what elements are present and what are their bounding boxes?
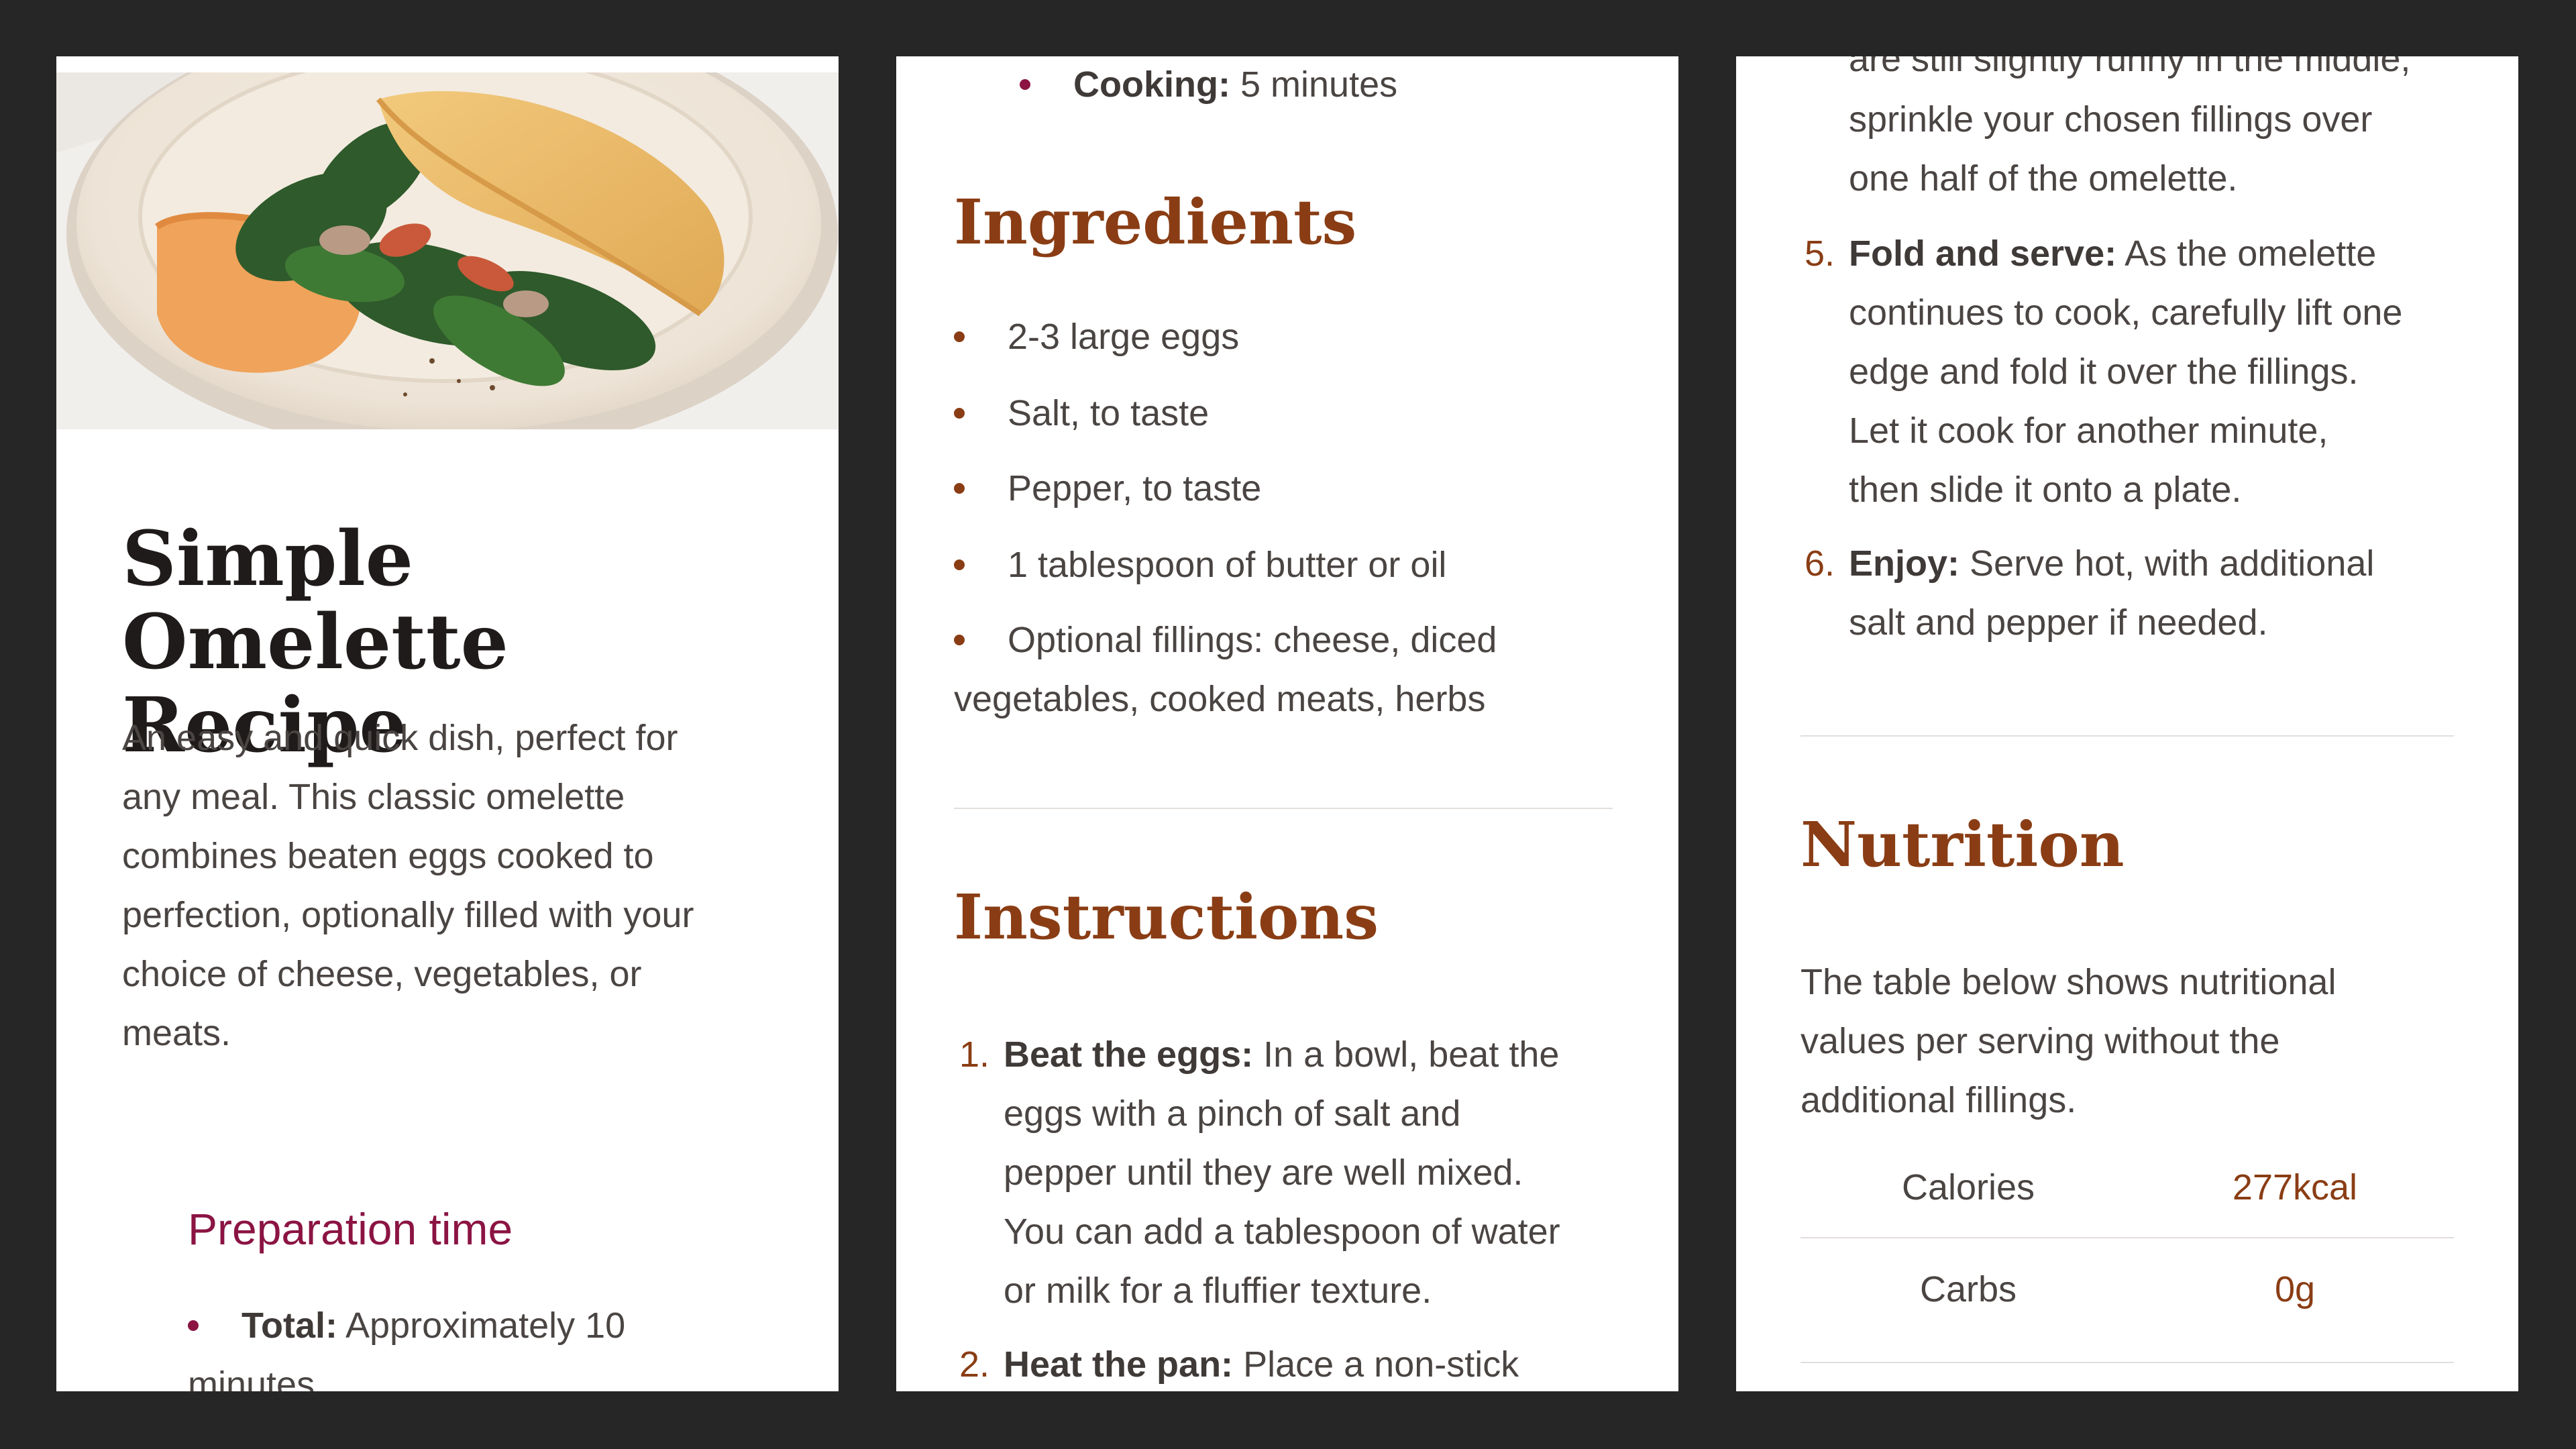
ingredient-item: Pepper, to taste xyxy=(1008,468,1262,508)
bullet-icon xyxy=(954,408,965,419)
step-1-continuation: You can add a tablespoon of water xyxy=(1004,1212,1560,1252)
table-row-divider xyxy=(1801,1237,2454,1238)
nutrition-value: 277kcal xyxy=(2232,1167,2358,1208)
section-divider xyxy=(1801,735,2454,737)
step-5-label: Fold and serve: xyxy=(1849,233,2117,274)
step-6-label: Enjoy: xyxy=(1849,543,1960,584)
step-1-continuation: or milk for a fluffier texture. xyxy=(1004,1271,1432,1311)
ingredient-item-continuation: vegetables, cooked meats, herbs xyxy=(954,679,1486,719)
ingredient-item: Optional fillings: cheese, diced xyxy=(1008,620,1497,660)
preparation-heading: Preparation time xyxy=(188,1204,513,1254)
bullet-icon xyxy=(954,635,965,645)
step-1-continuation: pepper until they are well mixed. xyxy=(1004,1152,1523,1193)
step-number: 6. xyxy=(1805,543,1835,584)
step-5-continuation: then slide it onto a plate. xyxy=(1849,470,2242,510)
title-line-1: Simple Omelette xyxy=(122,515,508,686)
section-divider xyxy=(954,808,1613,809)
description-line: meats. xyxy=(122,1013,231,1053)
step-1-line: Beat the eggs: In a bowl, beat the xyxy=(1004,1025,1559,1084)
step-1-text: In a bowl, beat the xyxy=(1263,1034,1560,1075)
recipe-intro-panel: Simple Omelette Recipe An easy and quick… xyxy=(56,56,839,1391)
prep-total-value: Approximately 10 xyxy=(345,1305,626,1346)
bullet-icon xyxy=(954,559,965,570)
step-number: 5. xyxy=(1805,233,1835,274)
prep-cooking-line: Cooking: 5 minutes xyxy=(1073,56,1397,114)
step-5-text: As the omelette xyxy=(2125,233,2377,274)
table-row-divider xyxy=(1801,1362,2454,1363)
nutrition-table: Calories 277kcal Carbs 0g xyxy=(1801,1143,2454,1391)
step-number: 2. xyxy=(959,1344,990,1385)
ingredients-instructions-panel: Cooking: 5 minutes Ingredients 2-3 large… xyxy=(896,56,1678,1391)
recipe-description: An easy and quick dish, perfect for any … xyxy=(122,708,820,1063)
step-2-label: Heat the pan: xyxy=(1004,1344,1234,1385)
description-line: An easy and quick dish, perfect for xyxy=(122,718,678,758)
step-5-line: Fold and serve: As the omelette xyxy=(1849,224,2376,283)
prep-total-label: Total: xyxy=(241,1305,337,1346)
ingredient-item: Salt, to taste xyxy=(1008,393,1210,433)
step-5-continuation: edge and fold it over the fillings. xyxy=(1849,352,2359,392)
prep-total-continuation: minutes xyxy=(188,1364,315,1391)
step-6-text: Serve hot, with additional xyxy=(1970,543,2375,584)
bullet-icon xyxy=(954,331,965,342)
bullet-icon xyxy=(954,483,965,494)
step-1-label: Beat the eggs: xyxy=(1004,1034,1254,1075)
prep-total-line: Total: Approximately 10 xyxy=(241,1296,625,1355)
step-5-continuation: Let it cook for another minute, xyxy=(1849,411,2328,451)
step-5-continuation: continues to cook, carefully lift one xyxy=(1849,292,2403,333)
description-line: choice of cheese, vegetables, or xyxy=(122,954,642,994)
description-line: any meal. This classic omelette xyxy=(122,777,625,817)
nutrition-intro: The table below shows nutritional values… xyxy=(1801,953,2498,1130)
step-4-continuation: are still slightly runny in the middle, xyxy=(1849,56,2411,79)
omelette-photo xyxy=(56,72,839,429)
prep-cooking-value: 5 minutes xyxy=(1240,64,1398,105)
step-number: 1. xyxy=(959,1034,990,1075)
description-line: perfection, optionally filled with your xyxy=(122,895,694,935)
instructions-heading: Instructions xyxy=(954,881,1379,953)
nutrition-intro-line: additional fillings. xyxy=(1801,1080,2077,1120)
description-line: combines beaten eggs cooked to xyxy=(122,836,654,876)
step-1-continuation: eggs with a pinch of salt and xyxy=(1004,1093,1461,1134)
nutrition-intro-line: The table below shows nutritional xyxy=(1801,962,2337,1002)
omelette-illustration xyxy=(56,72,839,429)
nutrition-name: Calories xyxy=(1901,1167,2035,1208)
step-6-continuation: salt and pepper if needed. xyxy=(1849,602,2268,643)
prep-cooking-label: Cooking: xyxy=(1073,64,1230,105)
steps-nutrition-panel: are still slightly runny in the middle, … xyxy=(1736,56,2518,1391)
ingredient-item: 2-3 large eggs xyxy=(1008,317,1240,357)
nutrition-heading: Nutrition xyxy=(1801,808,2125,881)
bullet-icon xyxy=(188,1320,199,1331)
bullet-icon xyxy=(1020,79,1030,90)
step-6-line: Enjoy: Serve hot, with additional xyxy=(1849,534,2374,593)
nutrition-name: Carbs xyxy=(1919,1269,2017,1309)
step-2-line: Heat the pan: Place a non-stick xyxy=(1004,1335,1519,1391)
step-2-text: Place a non-stick xyxy=(1243,1344,1519,1385)
ingredient-item: 1 tablespoon of butter or oil xyxy=(1008,545,1447,585)
nutrition-intro-line: values per serving without the xyxy=(1801,1021,2280,1061)
ingredients-heading: Ingredients xyxy=(954,186,1357,258)
step-4-continuation: one half of the omelette. xyxy=(1849,158,2238,199)
step-4-continuation: sprinkle your chosen fillings over xyxy=(1849,99,2373,140)
nutrition-value: 0g xyxy=(2274,1269,2316,1309)
